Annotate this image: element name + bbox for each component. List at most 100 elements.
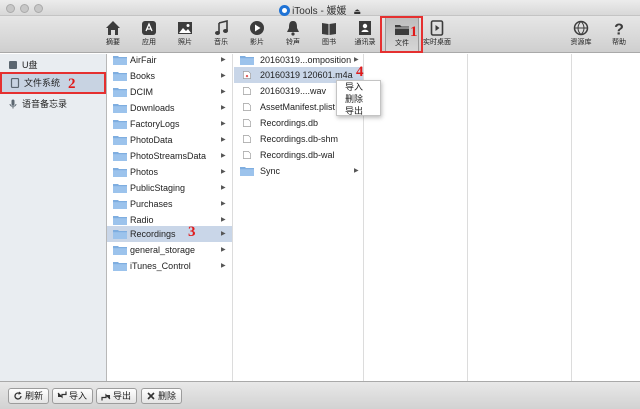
- list-item[interactable]: Recordings.db-wal: [234, 147, 363, 163]
- expand-arrow-icon: ▶: [221, 153, 226, 159]
- directory-column-empty: [573, 54, 640, 381]
- toolbar-photos-button[interactable]: 照片: [168, 17, 202, 52]
- refresh-button[interactable]: 刷新: [8, 388, 50, 404]
- export-icon: [101, 393, 111, 401]
- list-item[interactable]: FactoryLogs ▶: [107, 116, 232, 132]
- expand-arrow-icon: ▶: [221, 201, 226, 207]
- delete-label: 删除: [158, 391, 177, 401]
- folder-name: Photos: [130, 167, 159, 177]
- expand-arrow-icon: ▶: [221, 121, 226, 127]
- folder-icon: [113, 262, 127, 271]
- expand-arrow-icon: ▶: [221, 105, 226, 111]
- folder-icon: [113, 152, 127, 161]
- expand-arrow-icon: ▶: [221, 73, 226, 79]
- folder-name: general_storage: [130, 245, 196, 255]
- toolbar-label: 帮助: [612, 39, 626, 46]
- usb-drive-icon: [9, 61, 17, 69]
- context-menu: 导入 删除 导出: [336, 80, 381, 116]
- context-menu-export[interactable]: 导出: [337, 105, 380, 117]
- list-item[interactable]: DCIM ▶: [107, 84, 232, 100]
- toolbar-live-desktop-button[interactable]: 实时桌面: [420, 17, 454, 52]
- photos-icon: [178, 22, 192, 34]
- folder-icon: [113, 184, 127, 193]
- toolbar-contacts-button[interactable]: 通讯录: [348, 17, 382, 52]
- folder-name: Books: [130, 71, 156, 81]
- toolbar-ringtones-button[interactable]: 铃声: [276, 17, 310, 52]
- list-item[interactable]: Recordings.db: [234, 115, 363, 131]
- file-icon: [243, 151, 251, 159]
- folder-name: Recordings: [130, 229, 176, 239]
- file-name: Recordings.db: [260, 118, 319, 128]
- toolbar-summary-button[interactable]: 摘要: [96, 17, 130, 52]
- folder-name: DCIM: [130, 87, 153, 97]
- expand-arrow-icon: ▶: [221, 247, 226, 253]
- refresh-label: 刷新: [25, 391, 44, 401]
- folder-icon: [113, 216, 127, 225]
- file-name: 20160319....wav: [260, 86, 327, 96]
- file-name: Recordings.db-shm: [260, 134, 339, 144]
- toolbar-help-button[interactable]: ? 帮助: [602, 17, 636, 52]
- file-name: 20160319...omposition: [260, 55, 352, 65]
- folder-name: AirFair: [130, 55, 157, 65]
- eject-icon[interactable]: ⏏: [353, 7, 361, 16]
- list-item[interactable]: Downloads ▶: [107, 100, 232, 116]
- list-item[interactable]: Sync ▶: [234, 163, 363, 179]
- music-icon: [215, 20, 228, 35]
- expand-arrow-icon: ▶: [221, 137, 226, 143]
- context-menu-import[interactable]: 导入: [337, 81, 380, 93]
- list-item[interactable]: Purchases ▶: [107, 196, 232, 212]
- file-name: Recordings.db-wal: [260, 150, 335, 160]
- directory-column-empty: [469, 54, 572, 381]
- toolbar-label: 摘要: [106, 39, 120, 46]
- toolbar-music-button[interactable]: 音乐: [204, 17, 238, 52]
- toolbar-label: 通讯录: [354, 39, 376, 46]
- folder-icon: [113, 120, 127, 129]
- live-desktop-icon: [430, 20, 444, 36]
- file-icon: [243, 135, 251, 143]
- expand-arrow-icon: ▶: [221, 57, 226, 63]
- toolbar-books-button[interactable]: 图书: [312, 17, 346, 52]
- expand-arrow-icon: ▶: [221, 169, 226, 175]
- list-item[interactable]: PhotoData ▶: [107, 132, 232, 148]
- toolbar-resource-library-button[interactable]: 资源库: [564, 17, 598, 52]
- refresh-icon: [14, 391, 22, 400]
- file-system-icon: [10, 78, 20, 88]
- toolbar-label: 图书: [322, 39, 336, 46]
- folder-name: Downloads: [130, 103, 175, 113]
- directory-column-root: AirFair ▶ Books ▶ DCIM ▶ Downloads ▶ Factory…: [107, 54, 233, 381]
- context-menu-delete[interactable]: 删除: [337, 93, 380, 105]
- list-item[interactable]: PhotoStreamsData ▶: [107, 148, 232, 164]
- toolbar-label: 铃声: [286, 39, 300, 46]
- file-icon: [243, 87, 251, 95]
- import-button[interactable]: 导入: [52, 388, 94, 404]
- list-item[interactable]: 20160319...omposition ▶: [234, 52, 363, 68]
- list-item[interactable]: Photos ▶: [107, 164, 232, 180]
- sidebar-item-voice-memos[interactable]: 语音备忘录: [0, 95, 106, 113]
- list-item[interactable]: AirFair ▶: [107, 52, 232, 68]
- toolbar-apps-button[interactable]: 应用: [132, 17, 166, 52]
- toolbar-movies-button[interactable]: 影片: [240, 17, 274, 52]
- toolbar-label: 音乐: [214, 39, 228, 46]
- annotation-number: 2: [68, 76, 76, 92]
- list-item[interactable]: Books ▶: [107, 68, 232, 84]
- export-button[interactable]: 导出: [96, 388, 138, 404]
- sidebar-item-file-system[interactable]: 文件系统: [0, 72, 106, 94]
- folder-name: Purchases: [130, 199, 173, 209]
- list-item[interactable]: iTunes_Control ▶: [107, 258, 232, 274]
- folder-name: PublicStaging: [130, 183, 186, 193]
- toolbar-label: 实时桌面: [423, 39, 451, 46]
- file-icon: [243, 119, 251, 127]
- folder-icon: [113, 72, 127, 81]
- expand-arrow-icon: ▶: [221, 185, 226, 191]
- folder-icon: [240, 167, 254, 176]
- list-item[interactable]: Recordings.db-shm: [234, 131, 363, 147]
- annotation-number: 3: [188, 224, 196, 240]
- list-item-selected[interactable]: Recordings ▶: [107, 226, 232, 242]
- list-item[interactable]: PublicStaging ▶: [107, 180, 232, 196]
- list-item[interactable]: general_storage ▶: [107, 242, 232, 258]
- apps-icon: [142, 21, 156, 35]
- export-label: 导出: [113, 391, 132, 401]
- delete-button[interactable]: 删除: [141, 388, 183, 404]
- toolbar-label: 影片: [250, 39, 264, 46]
- folder-icon: [240, 56, 254, 65]
